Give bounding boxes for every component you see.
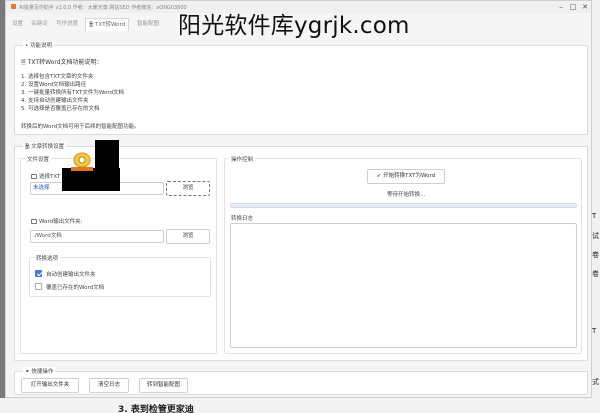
auto-create-checkbox[interactable]: [35, 270, 42, 277]
minimize-icon[interactable]: –: [555, 2, 567, 12]
instruction-step: 1. 选择包含TXT文章的文件夹: [21, 74, 94, 80]
overwrite-label: 覆盖已存在的Word文档: [46, 285, 105, 291]
sticker-logo: [71, 152, 93, 171]
redaction-box: [95, 140, 119, 170]
clear-log-button[interactable]: 清空日志: [89, 378, 129, 393]
tab-smart-images[interactable]: 智能配图: [134, 18, 162, 31]
instruction-step: 3. 一键批量转换所有TXT文件为Word文档: [21, 90, 125, 96]
file-settings-legend: 文件设置: [25, 155, 52, 163]
window-title: AI批量写作助手 v1.0.0 作者：大暖天尊 网站SEO 作者微信：aONG0…: [19, 5, 187, 11]
conversion-settings-legend: 🗎 文章转换设置: [23, 142, 67, 152]
browse-word-output-button[interactable]: 浏览: [166, 229, 210, 244]
app-icon: [11, 4, 16, 9]
watermark-text: 阳光软件库ygrjk.com: [178, 13, 410, 39]
tab-settings[interactable]: 设置: [9, 18, 26, 31]
instruction-step: 5. 可选择是否覆盖已存在的文档: [21, 106, 100, 112]
background-text-fragment: 卷: [592, 251, 599, 259]
browse-txt-folder-button[interactable]: 浏览: [166, 181, 210, 196]
tab-writing-progress[interactable]: 写作进度: [53, 18, 81, 31]
instruction-step: 4. 支持自动创建输出文件夹: [21, 98, 89, 104]
function-note: 转换后的Word文档可用于后续的智能配图功能。: [21, 124, 140, 130]
folder-icon: [31, 174, 37, 179]
conversion-progress-bar: [230, 203, 577, 208]
operation-control-legend: 操作控制: [229, 155, 256, 163]
function-description-heading: 🗎 TXT转Word文档功能说明：: [21, 59, 103, 66]
background-text-fragment: T: [592, 327, 597, 335]
close-icon[interactable]: ✕: [579, 2, 591, 12]
auto-create-label: 自动创建输出文件夹: [46, 272, 96, 278]
conversion-log-legend: 转换日志: [231, 216, 254, 222]
document-icon: 🗎: [21, 59, 28, 66]
operation-control-group: 操作控制 ➶ 开始转换TXT为Word 等待开始转换... 转换日志: [224, 155, 582, 354]
instruction-step: 2. 设置Word文档输出路径: [21, 82, 87, 88]
goto-smart-images-button[interactable]: 转到智能配图: [139, 378, 188, 393]
tab-label: TXT转Word: [95, 22, 126, 28]
conversion-options-legend: 转换选项: [34, 254, 61, 262]
folder-icon: [31, 219, 37, 224]
background-document-bottom: [0, 398, 600, 413]
background-text-fragment: 试: [592, 232, 599, 240]
conversion-status: 等待开始转换...: [387, 192, 426, 198]
function-description-legend: • 功能说明: [23, 41, 55, 49]
background-text-fragment: 卷: [592, 270, 599, 278]
quick-actions-legend: ⚭ 快捷操作: [23, 367, 56, 375]
word-output-input[interactable]: ./Word文档: [30, 230, 164, 243]
tab-txt-to-word[interactable]: 🗎 TXT转Word: [85, 18, 130, 31]
conversion-options-group: 转换选项 自动创建输出文件夹 覆盖已存在的Word文档: [29, 254, 211, 297]
maximize-icon[interactable]: □: [567, 2, 579, 12]
quick-actions-panel: ⚭ 快捷操作 打开输出文件夹 清空日志 转到智能配图: [14, 367, 588, 395]
background-text-fragment: 式: [592, 378, 599, 386]
background-heading: 3. 表到检管更家迪: [118, 405, 194, 413]
function-description-panel: • 功能说明 🗎 TXT转Word文档功能说明： 1. 选择包含TXT文章的文件…: [14, 41, 588, 135]
app-window: AI批量写作助手 v1.0.0 作者：大暖天尊 网站SEO 作者微信：aONG0…: [5, 0, 592, 398]
word-output-label: Word输出文件夹:: [31, 217, 83, 225]
txt-folder-label: 选择TXT: [31, 172, 60, 180]
overwrite-checkbox[interactable]: [35, 283, 42, 290]
start-convert-button[interactable]: ➶ 开始转换TXT为Word: [367, 169, 445, 184]
open-output-folder-button[interactable]: 打开输出文件夹: [21, 378, 79, 393]
background-text-fragment: T: [592, 212, 597, 220]
tab-keywords[interactable]: 关键词: [28, 18, 51, 31]
conversion-log-textarea[interactable]: [230, 223, 577, 348]
